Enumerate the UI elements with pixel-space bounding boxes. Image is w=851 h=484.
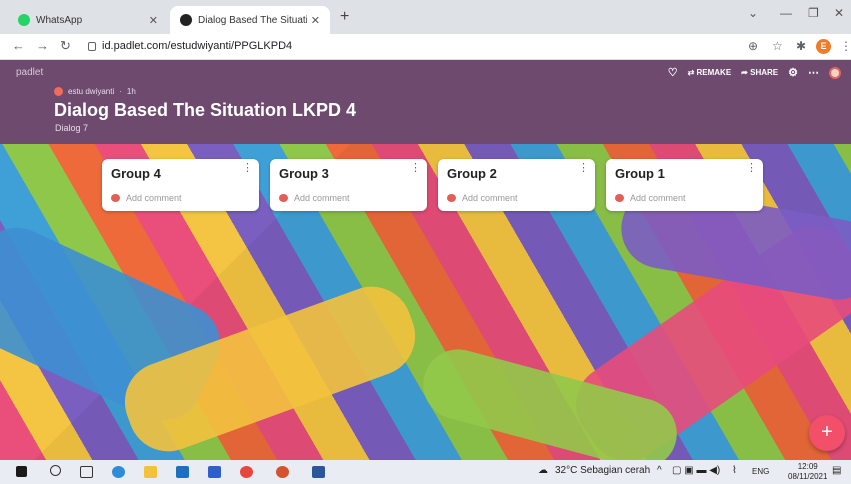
page-title: Dialog Based The Situation LKPD 4 [54, 100, 357, 120]
commenter-avatar [111, 194, 120, 202]
padlet-header: padlet ♡ ⇄ REMAKE ➦ SHARE ⚙ ⋯ estu dwiya… [0, 60, 851, 144]
author-row: estu dwiyanti · 1h [54, 87, 136, 96]
close-icon[interactable]: ✕ [149, 14, 158, 27]
tab-whatsapp[interactable]: WhatsApp ✕ [8, 6, 168, 34]
heart-icon[interactable]: ♡ [668, 66, 678, 79]
kebab-menu-icon[interactable]: ⋮ [242, 163, 253, 174]
minimize-button[interactable]: — [780, 6, 792, 20]
clock-date: 08/11/2021 [788, 472, 828, 481]
add-comment[interactable]: Add comment [279, 193, 350, 203]
windows-taskbar: ☁ 32°C Sebagian cerah ^ ▢ ▣ ▬ ◀) ⌇ ENG 1… [0, 460, 851, 484]
bookmark-star-icon[interactable]: ☆ [772, 39, 783, 53]
task-view-icon[interactable] [80, 466, 93, 478]
column-title: Group 4 [111, 166, 161, 181]
browser-menu-icon[interactable]: ⋮ [840, 39, 851, 53]
profile-avatar[interactable]: E [816, 39, 831, 54]
address-bar: ← → ↻ id.padlet.com/estudwiyanti/PPGLKPD… [0, 34, 851, 60]
clock-time: 12:09 [797, 462, 818, 471]
add-comment-placeholder: Add comment [462, 193, 518, 203]
column-title: Group 2 [447, 166, 497, 181]
notification-icon[interactable]: ▤ [832, 465, 841, 476]
column-group-2[interactable]: Group 2 ⋮ Add comment [438, 159, 595, 211]
language-indicator[interactable]: ENG [752, 467, 769, 476]
chrome-icon[interactable] [240, 466, 253, 478]
author-name: estu dwiyanti [68, 87, 115, 96]
network-icon[interactable]: ⌇ [732, 465, 737, 476]
add-comment-placeholder: Add comment [294, 193, 350, 203]
add-comment-placeholder: Add comment [126, 193, 182, 203]
share-button[interactable]: ➦ SHARE [741, 68, 778, 77]
tab-title: Dialog Based The Situation LKPD [198, 14, 307, 26]
restore-button[interactable]: ❐ [808, 6, 819, 20]
separator-dot: · [119, 87, 122, 96]
add-comment[interactable]: Add comment [111, 193, 182, 203]
powerpoint-icon[interactable] [276, 466, 289, 478]
column-group-4[interactable]: Group 4 ⋮ Add comment [102, 159, 259, 211]
padlet-board: Group 4 ⋮ Add comment Group 3 ⋮ Add comm… [0, 144, 851, 460]
user-avatar[interactable] [829, 66, 841, 79]
remake-label: REMAKE [696, 68, 732, 77]
tray-icons[interactable]: ▢ ▣ ▬ ◀) [672, 465, 720, 476]
add-post-button[interactable]: + [809, 415, 845, 451]
post-time: 1h [126, 87, 136, 96]
weather-icon[interactable]: ☁ [538, 465, 548, 476]
add-comment[interactable]: Add comment [447, 193, 518, 203]
close-icon[interactable]: ✕ [311, 14, 320, 27]
whatsapp-icon [18, 14, 30, 26]
browser-tabstrip: WhatsApp ✕ Dialog Based The Situation LK… [0, 0, 851, 34]
kebab-menu-icon[interactable]: ⋮ [746, 163, 757, 174]
add-comment[interactable]: Add comment [615, 193, 686, 203]
kebab-menu-icon[interactable]: ⋮ [578, 163, 589, 174]
kebab-menu-icon[interactable]: ⋮ [410, 163, 421, 174]
column-group-3[interactable]: Group 3 ⋮ Add comment [270, 159, 427, 211]
chevron-up-icon[interactable]: ^ [657, 465, 662, 476]
forward-button[interactable]: → [36, 38, 49, 53]
windows-start-icon[interactable] [16, 466, 27, 477]
author-avatar [54, 87, 63, 96]
column-title: Group 1 [615, 166, 665, 181]
edge-icon[interactable] [112, 466, 125, 478]
extensions-icon[interactable]: ✱ [796, 39, 806, 53]
more-icon[interactable]: ⋯ [808, 66, 819, 79]
lock-icon[interactable] [88, 42, 96, 51]
url-field[interactable]: id.padlet.com/estudwiyanti/PPGLKPD4 [102, 40, 292, 52]
share-label: SHARE [750, 68, 779, 77]
page-subtitle: Dialog 7 [55, 123, 89, 133]
commenter-avatar [615, 194, 624, 202]
window-close-button[interactable]: ✕ [834, 6, 844, 20]
remake-button[interactable]: ⇄ REMAKE [688, 68, 732, 77]
chevron-down-icon[interactable]: ⌄ [748, 6, 758, 20]
back-button[interactable]: ← [12, 38, 25, 53]
mail-icon[interactable] [176, 466, 189, 478]
search-icon[interactable] [50, 465, 61, 476]
clock[interactable]: 12:09 08/11/2021 [788, 462, 827, 482]
column-group-1[interactable]: Group 1 ⋮ Add comment [606, 159, 763, 211]
column-title: Group 3 [279, 166, 329, 181]
weather-text[interactable]: 32°C Sebagian cerah [555, 465, 650, 476]
word-icon[interactable] [312, 466, 325, 478]
tab-padlet[interactable]: Dialog Based The Situation LKPD ✕ [170, 6, 330, 34]
gear-icon[interactable]: ⚙ [788, 66, 798, 79]
padlet-logo[interactable]: padlet [16, 67, 43, 78]
header-actions: ♡ ⇄ REMAKE ➦ SHARE ⚙ ⋯ [668, 66, 841, 79]
install-icon[interactable]: ⊕ [748, 39, 758, 53]
commenter-avatar [279, 194, 288, 202]
add-comment-placeholder: Add comment [630, 193, 686, 203]
tab-title: WhatsApp [36, 14, 83, 26]
reload-button[interactable]: ↻ [60, 38, 71, 54]
file-explorer-icon[interactable] [144, 466, 157, 478]
app-icon[interactable] [208, 466, 221, 478]
padlet-favicon-icon [180, 14, 192, 26]
commenter-avatar [447, 194, 456, 202]
new-tab-button[interactable]: + [340, 8, 349, 26]
